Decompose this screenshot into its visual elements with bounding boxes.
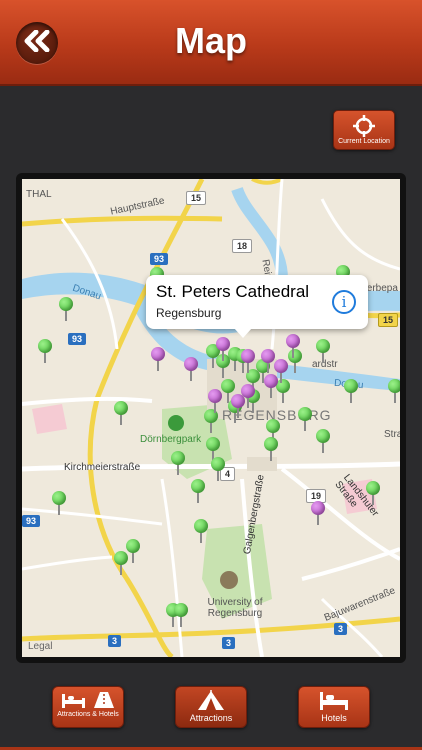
- attractions-label: Attractions: [189, 713, 233, 723]
- crosshair-icon: [334, 115, 394, 137]
- hotels-label: Hotels: [321, 713, 347, 723]
- street-label: Stra: [384, 429, 400, 440]
- street-label: ardstr: [312, 359, 338, 370]
- legal-link[interactable]: Legal: [28, 641, 52, 652]
- road-shield: 93: [150, 253, 169, 265]
- road-shield: 15: [378, 313, 399, 327]
- road-shield: 93: [22, 515, 41, 527]
- road-shield: 3: [108, 635, 122, 647]
- district-label: THAL: [26, 189, 52, 200]
- header-bar: Map: [0, 0, 422, 86]
- road-shield: 18: [232, 239, 253, 253]
- road-shield: 15: [186, 191, 207, 205]
- road-shield: 3: [222, 637, 236, 649]
- map-view[interactable]: Hauptstraße THAL Donau Donau REGENSBURG …: [22, 179, 400, 657]
- callout-subtitle: Regensburg: [156, 306, 222, 320]
- attractions-hotels-label: Attractions & Hotels: [57, 711, 119, 718]
- attractions-button[interactable]: Attractions: [175, 686, 247, 728]
- current-location-label: Current Location: [338, 138, 390, 145]
- tent-icon: [176, 690, 246, 712]
- road-shield: 3: [334, 623, 348, 635]
- map-callout[interactable]: St. Peters Cathedral Regensburg i: [146, 275, 368, 338]
- university-label: University of Regensburg: [207, 597, 263, 619]
- graduation-cap-icon: [220, 571, 238, 589]
- callout-title: St. Peters Cathedral: [156, 282, 310, 301]
- tree-icon: [168, 415, 184, 431]
- bed-road-icon: [53, 690, 123, 710]
- bottom-toolbar: Attractions & Hotels Attractions Hotels: [0, 671, 422, 750]
- page-title: Map: [175, 20, 247, 61]
- current-location-button[interactable]: Current Location: [333, 110, 395, 150]
- attractions-hotels-button[interactable]: Attractions & Hotels: [52, 686, 124, 728]
- hotels-button[interactable]: Hotels: [298, 686, 370, 728]
- road-shield: 93: [68, 333, 87, 345]
- street-label: Kirchmeierstraße: [64, 462, 141, 473]
- park-label: Dörnbergpark: [140, 434, 202, 445]
- bed-icon: [299, 690, 369, 712]
- map-frame: Hauptstraße THAL Donau Donau REGENSBURG …: [16, 173, 406, 663]
- info-button[interactable]: i: [332, 290, 356, 314]
